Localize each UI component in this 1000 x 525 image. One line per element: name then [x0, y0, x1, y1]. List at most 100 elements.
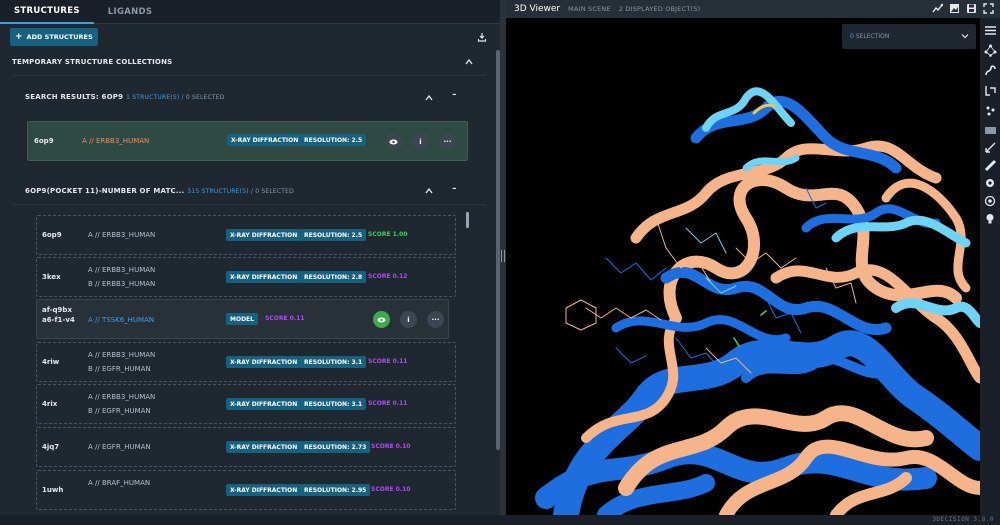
- chain-label: A // BRAF_HUMAN: [88, 479, 151, 487]
- share-icon[interactable]: [932, 3, 943, 14]
- more-icon: ···: [443, 137, 452, 146]
- atoms-style-icon[interactable]: [983, 103, 997, 117]
- collapse-minus-icon[interactable]: –: [452, 90, 457, 100]
- structure-row[interactable]: af-q9bxa6-f1-v4 A // TSSK6_HUMAN MODEL S…: [36, 299, 449, 339]
- viewer-header: 3D Viewer MAIN SCENE 2 DISPLAYED OBJECT(…: [506, 0, 1000, 18]
- pocket-count: 515 STRUCTURE(S): [187, 188, 249, 195]
- ribbon-style-icon[interactable]: [983, 63, 997, 77]
- chain-label: B // ERBB3_HUMAN: [88, 280, 156, 288]
- chain-label: A // ERBB3_HUMAN: [88, 393, 156, 401]
- list-scrollbar-thumb[interactable]: [466, 212, 469, 228]
- menu-icon[interactable]: [983, 23, 997, 37]
- fullscreen-icon[interactable]: [983, 3, 994, 14]
- selection-dropdown[interactable]: 0 SELECTION: [842, 24, 976, 49]
- viewer-actions: [932, 3, 994, 14]
- structure-row[interactable]: 1uwh A // BRAF_HUMAN X-RAY DIFFRACTION R…: [36, 470, 456, 510]
- surface-style-icon[interactable]: [983, 83, 997, 97]
- chevron-up-icon[interactable]: [465, 59, 473, 65]
- pocket-section-title: 6OP9(POCKET 11)-NUMBER OF MATC... 515 STR…: [25, 187, 294, 195]
- texture-icon[interactable]: [983, 123, 997, 137]
- method-badge: X-RAY DIFFRACTION: [226, 441, 302, 453]
- molecule-viewport[interactable]: 0 SELECTION: [506, 18, 980, 515]
- objects-count[interactable]: 2 DISPLAYED OBJECT(S): [619, 5, 701, 13]
- structure-row[interactable]: 4rix A // ERBB3_HUMAN B // EGFR_HUMAN X-…: [36, 384, 456, 424]
- save-icon[interactable]: [966, 3, 977, 14]
- pdb-id: af-q9bxa6-f1-v4: [42, 306, 75, 324]
- method-badge: X-RAY DIFFRACTION: [226, 229, 302, 241]
- tab-bar: STRUCTURES LIGANDS: [0, 0, 500, 24]
- collapse-minus-icon[interactable]: –: [452, 184, 457, 194]
- add-structures-label: ADD STRUCTURES: [26, 33, 93, 41]
- status-bar: 3DECISION 3.8.0: [0, 515, 1000, 525]
- search-selected: 0 SELECTED: [185, 94, 225, 101]
- resolution-badge: RESOLUTION: 2.5: [300, 134, 367, 146]
- download-icon[interactable]: [477, 32, 487, 42]
- target-icon[interactable]: [983, 194, 997, 208]
- chain-label: A // ERBB3_HUMAN: [82, 137, 150, 145]
- method-badge: X-RAY DIFFRACTION: [226, 484, 302, 496]
- pdb-id: 4rix: [42, 400, 58, 408]
- chain-label: A // ERBB3_HUMAN: [88, 351, 156, 359]
- search-section-title: SEARCH RESULTS: 6OP9 1 STRUCTURE(S) / 0 S…: [25, 93, 225, 101]
- selection-count: 0: [850, 33, 854, 40]
- pdb-id: 6op9: [34, 137, 54, 145]
- info-button[interactable]: i: [400, 311, 417, 328]
- image-icon[interactable]: [949, 3, 960, 14]
- pdb-id: 1uwh: [42, 486, 64, 494]
- score-label: SCORE 1.00: [368, 231, 408, 238]
- eye-icon: [377, 317, 386, 322]
- lightbulb-icon[interactable]: [983, 212, 997, 226]
- eye-icon: [389, 139, 398, 144]
- structures-panel: STRUCTURES LIGANDS + ADD STRUCTURES TEMP…: [0, 0, 500, 515]
- more-button[interactable]: ···: [427, 311, 444, 328]
- protein-structure-render[interactable]: [506, 18, 980, 515]
- info-button[interactable]: i: [412, 133, 429, 150]
- pocket-selected: 0 SELECTED: [255, 188, 294, 195]
- divider: [12, 75, 486, 76]
- more-icon: ···: [431, 315, 440, 324]
- divider: [12, 204, 486, 205]
- pdb-id: 4jq7: [42, 443, 60, 451]
- structure-row[interactable]: 6op9 A // ERBB3_HUMAN X-RAY DIFFRACTION …: [36, 215, 456, 255]
- resolution-badge: RESOLUTION: 2.5: [300, 229, 367, 241]
- chevron-up-icon[interactable]: [425, 188, 433, 194]
- pdb-id: 6op9: [42, 231, 62, 239]
- chevron-up-icon[interactable]: [425, 95, 433, 101]
- add-bar: + ADD STRUCTURES: [0, 24, 500, 50]
- tab-structures[interactable]: STRUCTURES: [0, 0, 94, 24]
- gear-icon[interactable]: [983, 176, 997, 190]
- resolution-badge: RESOLUTION: 2.95: [300, 484, 371, 496]
- info-icon: i: [407, 315, 410, 324]
- resolution-badge: RESOLUTION: 3.1: [300, 398, 367, 410]
- score-label: SCORE 0.11: [368, 400, 408, 407]
- method-badge: X-RAY DIFFRACTION: [226, 271, 302, 283]
- molecule-network-icon[interactable]: [983, 43, 997, 57]
- scene-label[interactable]: MAIN SCENE: [568, 5, 611, 13]
- plus-icon: +: [15, 32, 23, 42]
- method-badge: X-RAY DIFFRACTION: [226, 356, 302, 368]
- eye-button[interactable]: [373, 311, 390, 328]
- viewer-toolbar: [980, 18, 1000, 515]
- structure-row[interactable]: 3kex A // ERBB3_HUMAN B // ERBB3_HUMAN X…: [36, 257, 456, 297]
- method-badge: X-RAY DIFFRACTION: [226, 398, 302, 410]
- grip-icon: [501, 250, 505, 262]
- eye-button[interactable]: [385, 133, 402, 150]
- viewer-title: 3D Viewer: [514, 4, 561, 14]
- structure-row[interactable]: 4riw A // ERBB3_HUMAN B // EGFR_HUMAN X-…: [36, 342, 456, 382]
- more-button[interactable]: ···: [439, 133, 456, 150]
- chevron-down-icon: [961, 34, 969, 39]
- info-icon: i: [419, 137, 422, 146]
- tab-ligands[interactable]: LIGANDS: [94, 0, 167, 24]
- ruler-icon[interactable]: [983, 158, 997, 172]
- pdb-id: 4riw: [42, 358, 60, 366]
- search-result-card[interactable]: 6op9 A // ERBB3_HUMAN X-RAY DIFFRACTION …: [27, 121, 468, 161]
- app: STRUCTURES LIGANDS + ADD STRUCTURES TEMP…: [0, 0, 1000, 525]
- collections-list[interactable]: TEMPORARY STRUCTURE COLLECTIONS SEARCH R…: [0, 50, 494, 515]
- chain-label: A // ERBB3_HUMAN: [88, 266, 156, 274]
- search-count: 1 STRUCTURE(S): [126, 94, 180, 101]
- chain-label: A // TSSK6_HUMAN: [88, 316, 155, 324]
- structure-row[interactable]: 4jq7 A // EGFR_HUMAN X-RAY DIFFRACTION R…: [36, 427, 456, 467]
- resize-icon[interactable]: [983, 140, 997, 154]
- score-label: SCORE 0.10: [371, 486, 411, 493]
- add-structures-button[interactable]: + ADD STRUCTURES: [10, 28, 98, 46]
